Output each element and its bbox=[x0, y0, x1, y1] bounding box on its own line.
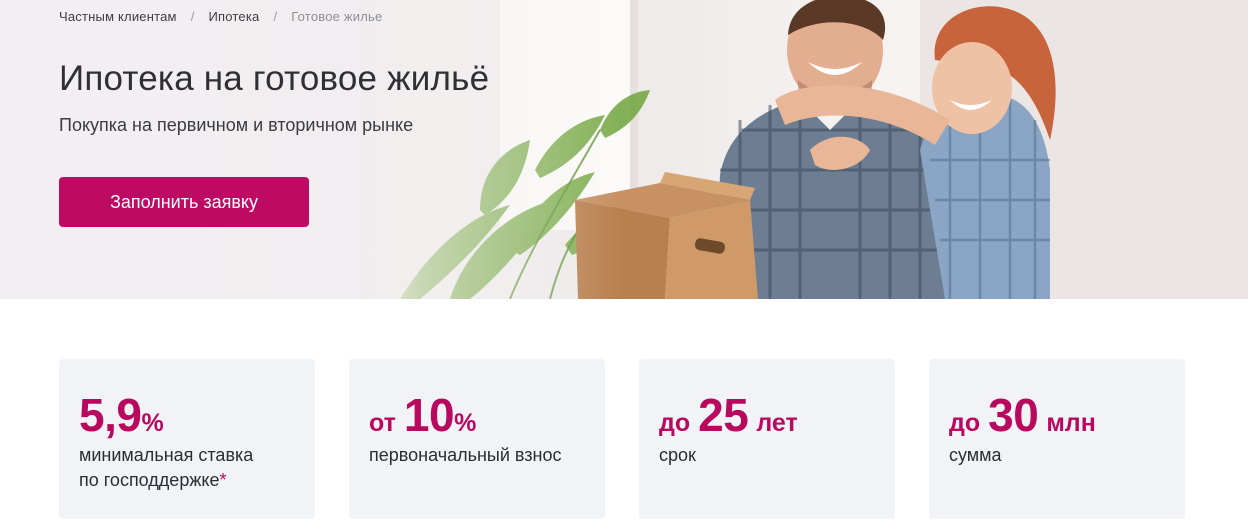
page-subtitle: Покупка на первичном и вторичном рынке bbox=[59, 115, 414, 135]
stat-description: срок bbox=[659, 445, 696, 465]
stat-description: первоначальный взнос bbox=[369, 445, 562, 465]
breadcrumb-current: Готовое жилье bbox=[291, 9, 383, 24]
stat-number: 5,9 bbox=[79, 389, 142, 441]
stat-prefix: до bbox=[659, 409, 691, 437]
stat-prefix: от bbox=[369, 409, 396, 437]
stat-suffix: % bbox=[141, 409, 164, 437]
breadcrumb-separator: / bbox=[273, 9, 278, 24]
mortgage-conditions: 5,9 % минимальная ставка по господдержке… bbox=[59, 359, 1185, 519]
stat-suffix: млн bbox=[1046, 409, 1096, 437]
stat-description-line: минимальная ставка bbox=[79, 445, 254, 465]
breadcrumb: Частным клиентам / Ипотека / Готовое жил… bbox=[59, 9, 382, 24]
stat-value: до 25 лет bbox=[659, 389, 895, 441]
stat-card-amount: до 30 млн сумма bbox=[929, 359, 1185, 519]
stat-number: 30 bbox=[988, 389, 1039, 441]
hero-banner: Частным клиентам / Ипотека / Готовое жил… bbox=[0, 0, 1248, 299]
stat-card-rate: 5,9 % минимальная ставка по господдержке… bbox=[59, 359, 315, 519]
stat-prefix: до bbox=[949, 409, 981, 437]
breadcrumb-mortgage[interactable]: Ипотека bbox=[209, 9, 260, 24]
breadcrumb-private-clients[interactable]: Частным клиентам bbox=[59, 9, 177, 24]
stat-card-term: до 25 лет срок bbox=[639, 359, 895, 519]
apply-button[interactable]: Заполнить заявку bbox=[59, 177, 309, 227]
footnote-asterisk: * bbox=[219, 470, 227, 490]
stat-card-down-payment: от 10 % первоначальный взнос bbox=[349, 359, 605, 519]
stat-number: 25 bbox=[698, 389, 749, 441]
stat-description: сумма bbox=[949, 445, 1002, 465]
stat-value: от 10 % bbox=[369, 389, 605, 441]
stat-description-line: по господдержке* bbox=[79, 470, 227, 490]
stat-value: до 30 млн bbox=[949, 389, 1185, 441]
stat-value: 5,9 % bbox=[79, 389, 315, 441]
stat-suffix: лет bbox=[756, 409, 798, 437]
stat-suffix: % bbox=[454, 409, 477, 437]
stat-number: 10 bbox=[403, 389, 455, 441]
hero-photo bbox=[360, 0, 1248, 299]
stat-description: минимальная ставка по господдержке* bbox=[79, 443, 315, 493]
breadcrumb-separator: / bbox=[190, 9, 195, 24]
page-title: Ипотека на готовое жильё bbox=[59, 59, 490, 98]
